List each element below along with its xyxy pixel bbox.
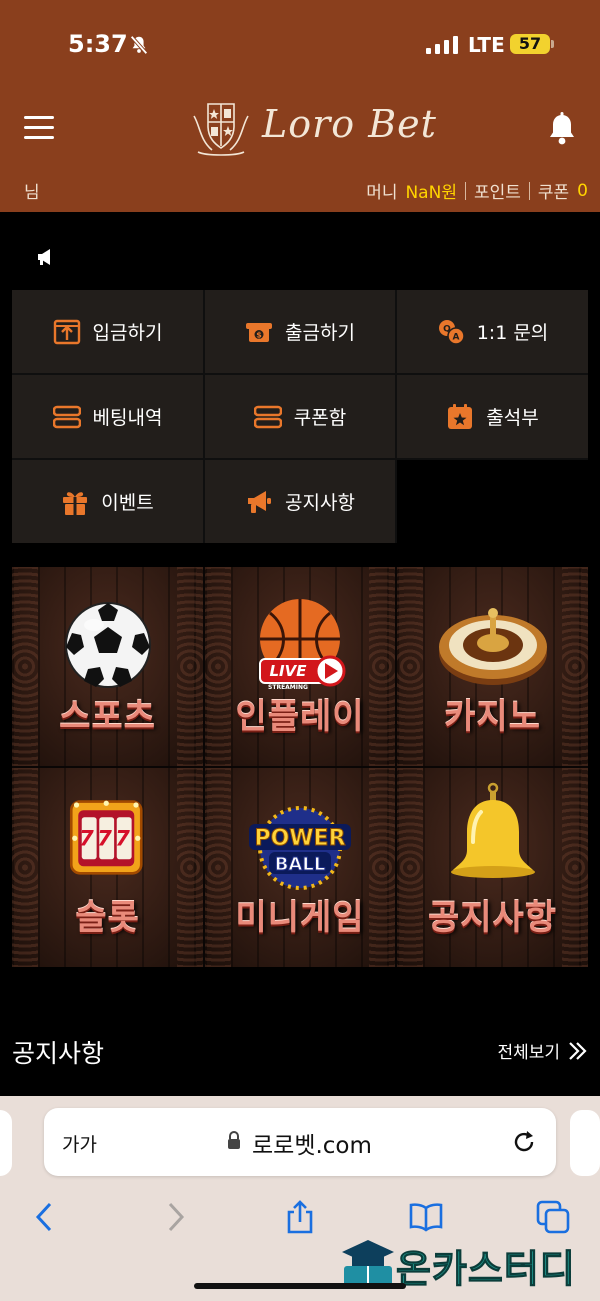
share-icon[interactable] <box>283 1200 317 1234</box>
money-label: 머니 <box>366 183 398 203</box>
coupon-value: 0 <box>577 180 588 201</box>
withdraw-icon: $ <box>246 322 273 342</box>
slot-machine-icon: 777 <box>69 800 143 875</box>
svg-text:Q: Q <box>443 324 451 334</box>
reload-icon[interactable] <box>510 1128 538 1156</box>
golden-bell-icon <box>450 782 535 878</box>
menu-label: 1:1 문의 <box>476 322 549 344</box>
user-balances: 머니 NaN원 포인트 쿠폰 0 <box>366 178 588 204</box>
url-text: 로로벳.com <box>252 1133 372 1159</box>
back-chevron-icon[interactable] <box>28 1200 62 1234</box>
live-badge-text: LIVE <box>270 662 308 680</box>
game-label: 카지노 <box>444 697 541 737</box>
menu-label: 쿠폰함 <box>293 407 347 429</box>
points-link[interactable]: 포인트 <box>474 178 521 203</box>
menu-label: 입금하기 <box>92 322 163 344</box>
address-bar[interactable]: 가가 로로벳.com <box>44 1108 556 1176</box>
menu-coupon-box[interactable]: 쿠폰함 <box>205 375 395 458</box>
battery-cap <box>551 40 554 48</box>
user-info-row: 님 머니 NaN원 포인트 쿠폰 0 <box>0 176 600 204</box>
announcement-speaker-icon <box>38 249 50 265</box>
user-name: 님 <box>24 183 40 203</box>
megaphone-icon <box>248 490 272 513</box>
attendance-icon <box>448 403 473 429</box>
coupon-box-icon <box>253 405 282 428</box>
betting-history-icon <box>52 405 81 428</box>
bell-off-icon <box>130 35 148 55</box>
home-indicator[interactable] <box>194 1283 406 1289</box>
next-tab-preview[interactable] <box>570 1110 600 1176</box>
game-label: 스포츠 <box>59 697 156 737</box>
deposit-icon <box>53 319 80 344</box>
menu-betting-history[interactable]: 베팅내역 <box>12 375 203 458</box>
bookmarks-icon[interactable] <box>409 1200 443 1234</box>
game-casino[interactable]: 카지노 <box>397 567 588 766</box>
notification-bell-icon[interactable] <box>547 112 577 146</box>
logo-text: Loro Bet <box>262 102 437 146</box>
status-bar: 5:37 LTE 57 <box>0 0 600 90</box>
text-size-button[interactable]: 가가 <box>62 1130 97 1157</box>
battery-level: 57 <box>510 34 550 54</box>
menu-notice[interactable]: 공지사항 <box>205 460 395 543</box>
game-label: 미니게임 <box>235 898 365 938</box>
slot-reel-text: 777 <box>79 826 133 850</box>
basketball-live-icon: LIVE STREAMING <box>259 599 346 691</box>
game-category-grid: 스포츠 LIVE STREAMING 인플레이 카지노 777 슬롯 POWER… <box>12 567 588 967</box>
watermark-text: 온카스터디 <box>396 1247 576 1292</box>
soccer-ball-icon <box>64 602 151 688</box>
divider <box>528 181 530 200</box>
svg-text:A: A <box>452 332 459 342</box>
menu-withdraw[interactable]: $ 출금하기 <box>205 290 395 373</box>
menu-empty-cell <box>397 460 588 543</box>
menu-label: 이벤트 <box>101 492 154 514</box>
qa-icon: Q A <box>438 319 465 345</box>
roulette-icon <box>438 608 547 685</box>
powerball-icon: POWER BALL <box>249 806 351 890</box>
menu-label: 출석부 <box>486 407 539 429</box>
game-slot[interactable]: 777 슬롯 <box>12 768 203 967</box>
money-value: NaN원 <box>405 183 457 203</box>
app-header: 5:37 LTE 57 Loro Bet 님 머니 NaN원 포인트 쿠폰 0 <box>0 0 600 212</box>
lock-icon <box>228 1131 240 1149</box>
menu-event[interactable]: 이벤트 <box>12 460 203 543</box>
menu-attendance[interactable]: 출석부 <box>397 375 588 458</box>
notice-section-title: 공지사항 <box>12 1039 105 1068</box>
tabs-icon[interactable] <box>536 1200 570 1234</box>
menu-label: 베팅내역 <box>92 407 163 429</box>
game-label: 인플레이 <box>235 697 365 737</box>
divider <box>464 181 466 200</box>
network-type: LTE <box>468 33 505 57</box>
forward-chevron-icon[interactable] <box>158 1200 192 1234</box>
view-all-label: 전체보기 <box>497 1043 560 1063</box>
status-time: 5:37 <box>68 30 128 58</box>
gift-icon <box>63 491 88 515</box>
menu-hamburger-icon[interactable] <box>24 116 54 140</box>
signal-icon <box>426 36 458 54</box>
game-label: 공지사항 <box>427 898 558 938</box>
prev-tab-preview[interactable] <box>0 1110 12 1176</box>
quick-menu-grid: 입금하기 $ 출금하기 Q A 1:1 문의 베팅내역 쿠폰함 출석부 이벤트 … <box>12 290 588 543</box>
powerball-bottom-text: BALL <box>275 854 326 875</box>
game-label: 슬롯 <box>75 898 140 938</box>
double-chevron-right-icon <box>569 1041 587 1060</box>
game-inplay[interactable]: LIVE STREAMING 인플레이 <box>205 567 395 766</box>
menu-deposit[interactable]: 입금하기 <box>12 290 203 373</box>
menu-label: 출금하기 <box>285 322 355 344</box>
game-minigame[interactable]: POWER BALL 미니게임 <box>205 768 395 967</box>
svg-text:$: $ <box>256 330 262 339</box>
game-sports[interactable]: 스포츠 <box>12 567 203 766</box>
view-all-link[interactable]: 전체보기 <box>497 1038 588 1063</box>
game-notice[interactable]: 공지사항 <box>397 768 588 967</box>
powerball-top-text: POWER <box>254 826 345 851</box>
menu-inquiry[interactable]: Q A 1:1 문의 <box>397 290 588 373</box>
coupon-label[interactable]: 쿠폰 <box>538 178 569 203</box>
menu-label: 공지사항 <box>285 492 355 514</box>
